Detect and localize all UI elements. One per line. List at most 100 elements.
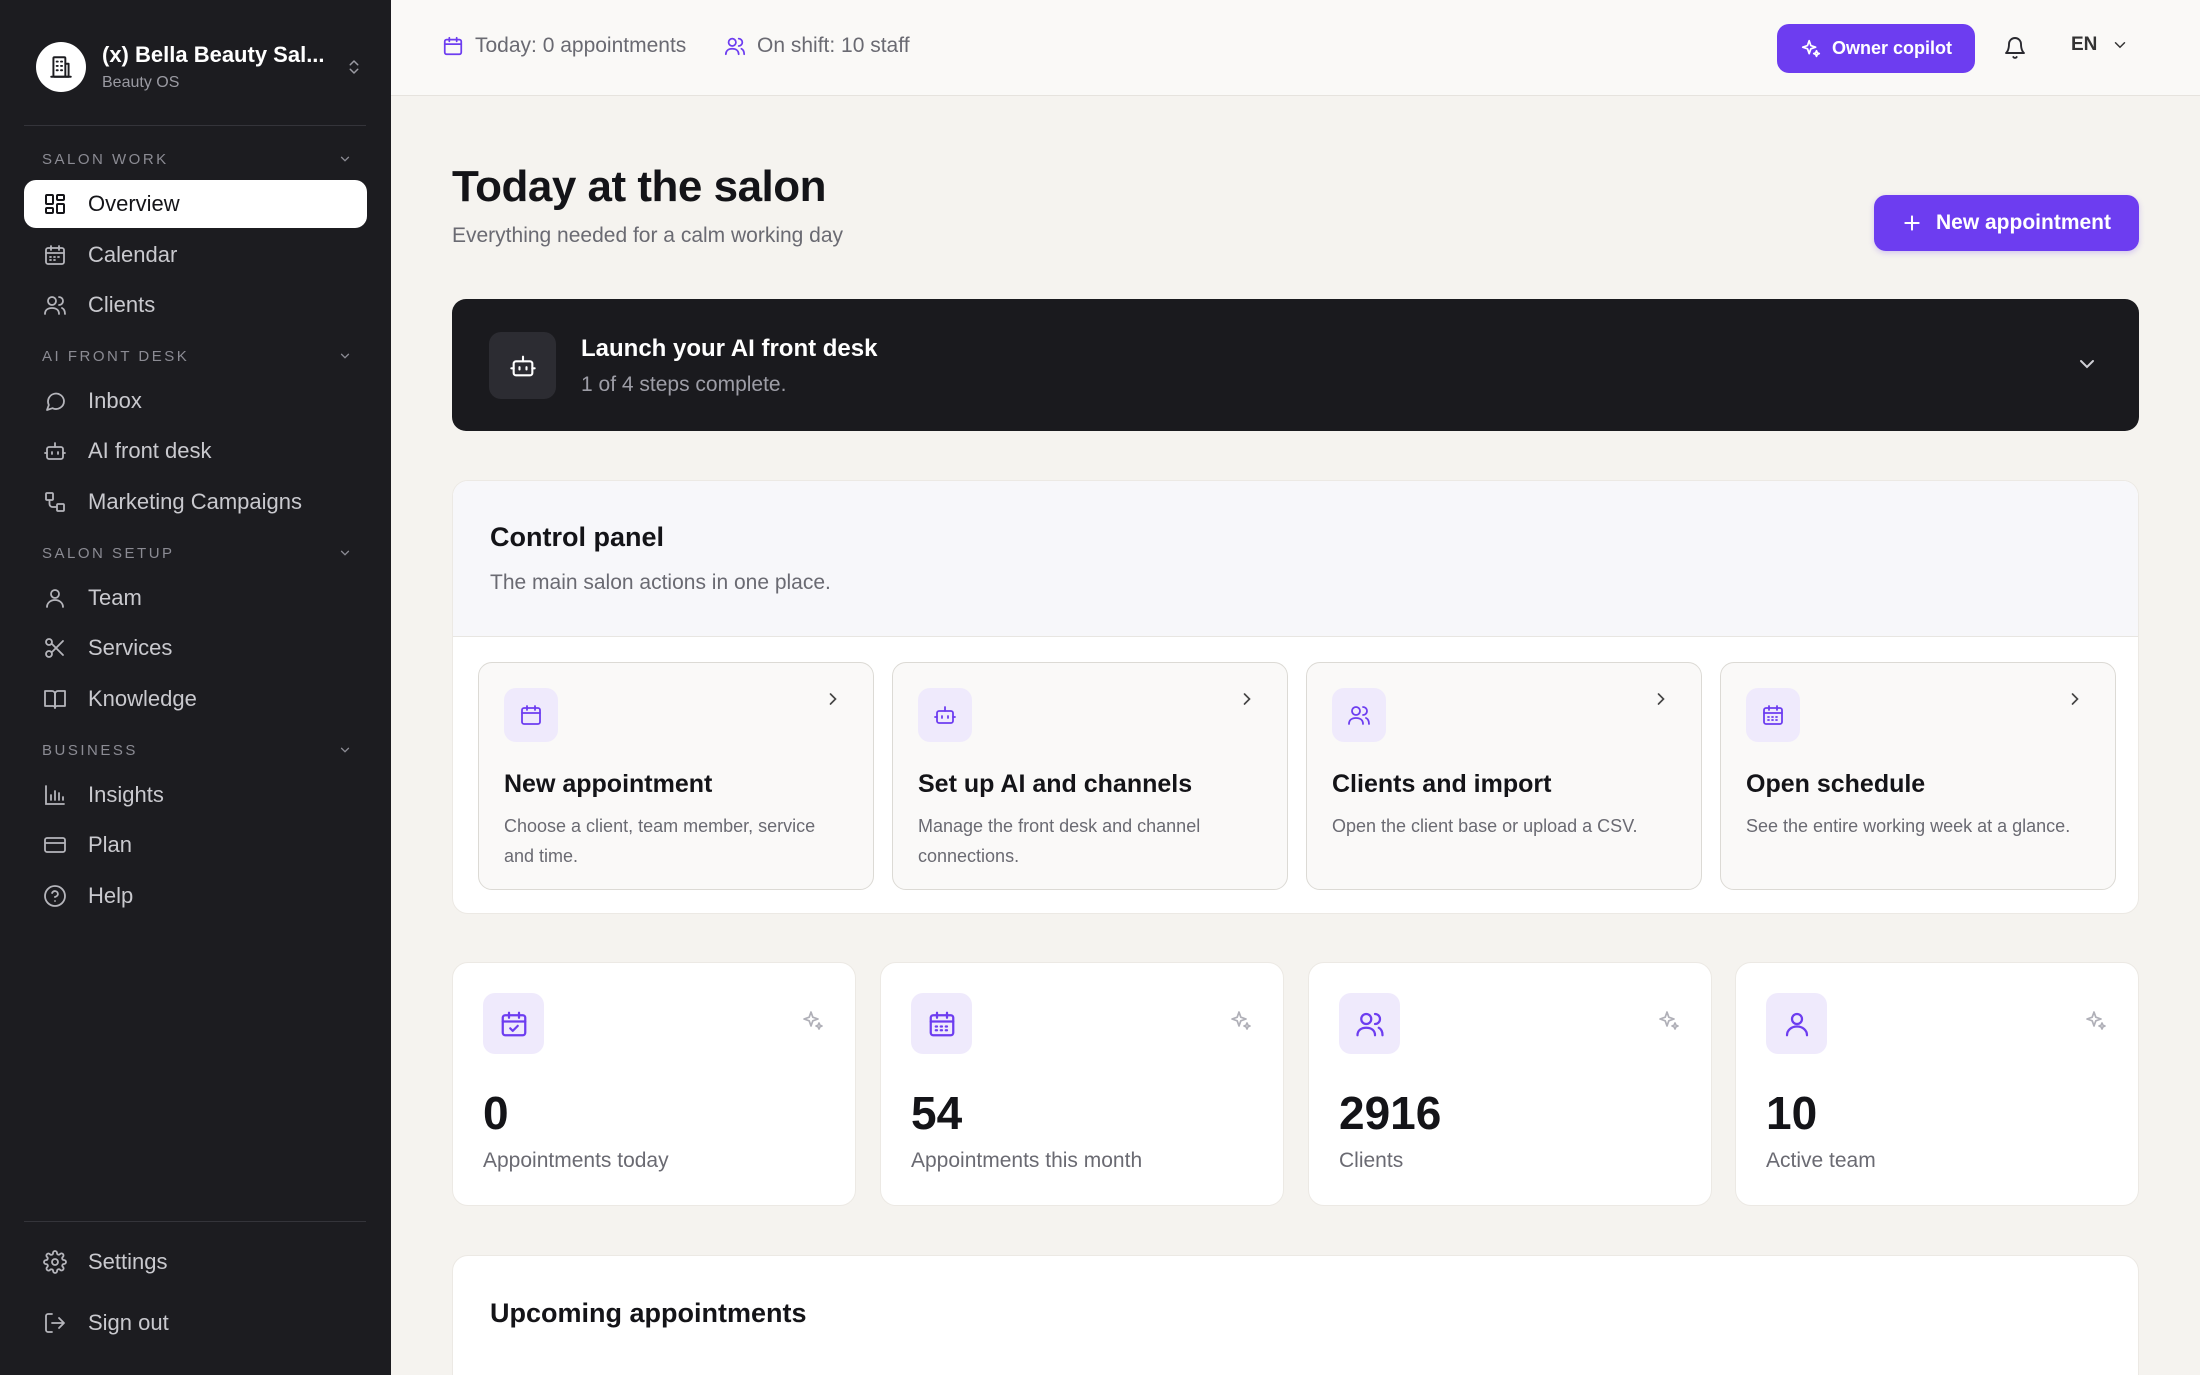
sidebar-item-label: Sign out bbox=[88, 1310, 169, 1335]
action-description: Choose a client, team member, service an… bbox=[504, 816, 816, 866]
action-title: New appointment bbox=[504, 770, 713, 798]
sidebar-item-label: Insights bbox=[88, 782, 164, 807]
sparkles-icon[interactable] bbox=[801, 1009, 825, 1033]
calendar-icon bbox=[504, 688, 558, 742]
robot-icon bbox=[489, 332, 556, 399]
sidebar-item-ai-front-desk[interactable]: AI front desk bbox=[24, 427, 367, 475]
on-shift-stat: On shift: 10 staff bbox=[723, 34, 910, 58]
language-select[interactable]: EN bbox=[2071, 34, 2129, 56]
launch-ai-front-desk-banner[interactable]: Launch your AI front desk 1 of 4 steps c… bbox=[452, 299, 2139, 431]
sidebar-item-label: AI front desk bbox=[88, 438, 212, 463]
sidebar-item-label: Calendar bbox=[88, 242, 178, 267]
action-card-clients-import[interactable]: Clients and import Open the client base … bbox=[1306, 662, 1702, 890]
sidebar-item-help[interactable]: Help bbox=[24, 872, 367, 920]
clients-icon bbox=[1332, 688, 1386, 742]
action-title: Set up AI and channels bbox=[918, 770, 1193, 798]
salon-subtitle: Beauty OS bbox=[102, 74, 180, 91]
sidebar-item-marketing-campaigns[interactable]: Marketing Campaigns bbox=[24, 478, 367, 526]
sidebar-item-team[interactable]: Team bbox=[24, 574, 367, 622]
action-card-new-appointment[interactable]: New appointment Choose a client, team me… bbox=[478, 662, 874, 890]
sidebar-divider bbox=[24, 125, 366, 126]
stat-label: Active team bbox=[1766, 1149, 1876, 1172]
calendar-grid-icon bbox=[911, 993, 972, 1054]
person-icon bbox=[42, 585, 68, 611]
sparkles-icon bbox=[1800, 38, 1822, 60]
section-salon-setup[interactable]: SALON SETUP bbox=[42, 543, 352, 563]
sparkles-icon[interactable] bbox=[1229, 1009, 1253, 1033]
salon-switcher[interactable]: (x) Bella Beauty Sal... Beauty OS bbox=[36, 38, 366, 96]
sidebar-item-insights[interactable]: Insights bbox=[24, 771, 367, 819]
chevron-down-icon[interactable] bbox=[2075, 352, 2099, 376]
section-title: SALON WORK bbox=[42, 150, 169, 168]
stat-value: 2916 bbox=[1339, 1087, 1442, 1139]
stat-card-appointments-today: 0 Appointments today bbox=[452, 962, 856, 1206]
section-business[interactable]: BUSINESS bbox=[42, 740, 352, 760]
new-appointment-label: New appointment bbox=[1935, 211, 2111, 234]
bar-chart-icon bbox=[42, 782, 68, 808]
help-circle-icon bbox=[42, 883, 68, 909]
control-panel-subtitle: The main salon actions in one place. bbox=[490, 571, 831, 594]
stat-value: 10 bbox=[1766, 1087, 1818, 1139]
owner-copilot-button[interactable]: Owner copilot bbox=[1777, 24, 1975, 73]
chevron-down-icon bbox=[340, 550, 350, 556]
sparkles-icon[interactable] bbox=[2084, 1009, 2108, 1033]
sidebar-item-knowledge[interactable]: Knowledge bbox=[24, 675, 367, 723]
owner-copilot-label: Owner copilot bbox=[1831, 38, 1952, 58]
sidebar-item-services[interactable]: Services bbox=[24, 624, 367, 672]
stat-label: Clients bbox=[1339, 1149, 1404, 1172]
action-description: Open the client base or upload a CSV. bbox=[1332, 816, 1638, 836]
section-title: SALON SETUP bbox=[42, 544, 175, 562]
sidebar-item-overview[interactable]: Overview bbox=[24, 180, 367, 228]
stat-card-active-team: 10 Active team bbox=[1735, 962, 2139, 1206]
robot-icon bbox=[918, 688, 972, 742]
sidebar-item-label: Clients bbox=[88, 292, 156, 317]
chat-bubble-icon bbox=[42, 388, 68, 414]
overview-icon bbox=[42, 191, 68, 217]
sidebar-item-clients[interactable]: Clients bbox=[24, 281, 367, 329]
chevron-down-icon bbox=[340, 747, 350, 753]
action-card-open-schedule[interactable]: Open schedule See the entire working wee… bbox=[1720, 662, 2116, 890]
sidebar-item-inbox[interactable]: Inbox bbox=[24, 377, 367, 425]
sidebar-item-label: Services bbox=[88, 635, 173, 660]
gear-icon bbox=[42, 1249, 68, 1275]
salon-logo-icon bbox=[36, 42, 86, 92]
credit-card-icon bbox=[42, 832, 68, 858]
sidebar-item-label: Plan bbox=[88, 832, 133, 857]
sidebar-item-label: Marketing Campaigns bbox=[88, 489, 302, 514]
action-description: See the entire working week at a glance. bbox=[1746, 816, 2071, 836]
stat-card-clients: 2916 Clients bbox=[1308, 962, 1712, 1206]
bell-icon[interactable] bbox=[2001, 34, 2029, 62]
page-title: Today at the salon bbox=[452, 162, 827, 211]
sign-out-button[interactable]: Sign out bbox=[24, 1299, 367, 1347]
chevron-right-icon bbox=[1237, 689, 1257, 709]
book-icon bbox=[42, 686, 68, 712]
stat-value: 0 bbox=[483, 1087, 509, 1139]
sidebar-item-settings[interactable]: Settings bbox=[24, 1238, 367, 1286]
on-shift-text: On shift: 10 staff bbox=[757, 34, 910, 57]
sparkles-icon[interactable] bbox=[1657, 1009, 1681, 1033]
person-icon bbox=[1766, 993, 1827, 1054]
action-card-set-up-ai[interactable]: Set up AI and channels Manage the front … bbox=[892, 662, 1288, 890]
new-appointment-button[interactable]: New appointment bbox=[1874, 195, 2139, 251]
section-salon-work[interactable]: SALON WORK bbox=[42, 149, 352, 169]
launch-title: Launch your AI front desk bbox=[581, 335, 878, 362]
chevron-right-icon bbox=[2065, 689, 2085, 709]
chevron-right-icon bbox=[823, 689, 843, 709]
sidebar-item-calendar[interactable]: Calendar bbox=[24, 231, 367, 279]
sidebar-item-label: Inbox bbox=[88, 388, 142, 413]
sidebar-item-plan[interactable]: Plan bbox=[24, 821, 367, 869]
calendar-icon bbox=[42, 242, 68, 268]
top-bar: Today: 0 appointments On shift: 10 staff… bbox=[391, 0, 2200, 96]
section-ai-front-desk[interactable]: AI FRONT DESK bbox=[42, 346, 352, 366]
upcoming-appointments-title: Upcoming appointments bbox=[490, 1298, 807, 1328]
calendar-check-icon bbox=[483, 993, 544, 1054]
clients-icon bbox=[1339, 993, 1400, 1054]
chevrons-up-down-icon[interactable] bbox=[342, 55, 366, 79]
campaigns-icon bbox=[42, 489, 68, 515]
sidebar-item-label: Help bbox=[88, 883, 134, 908]
sidebar: (x) Bella Beauty Sal... Beauty OS SALON … bbox=[0, 0, 391, 1375]
chevron-down-icon bbox=[340, 156, 350, 162]
clients-icon bbox=[42, 292, 68, 318]
stat-value: 54 bbox=[911, 1087, 963, 1139]
robot-icon bbox=[42, 438, 68, 464]
